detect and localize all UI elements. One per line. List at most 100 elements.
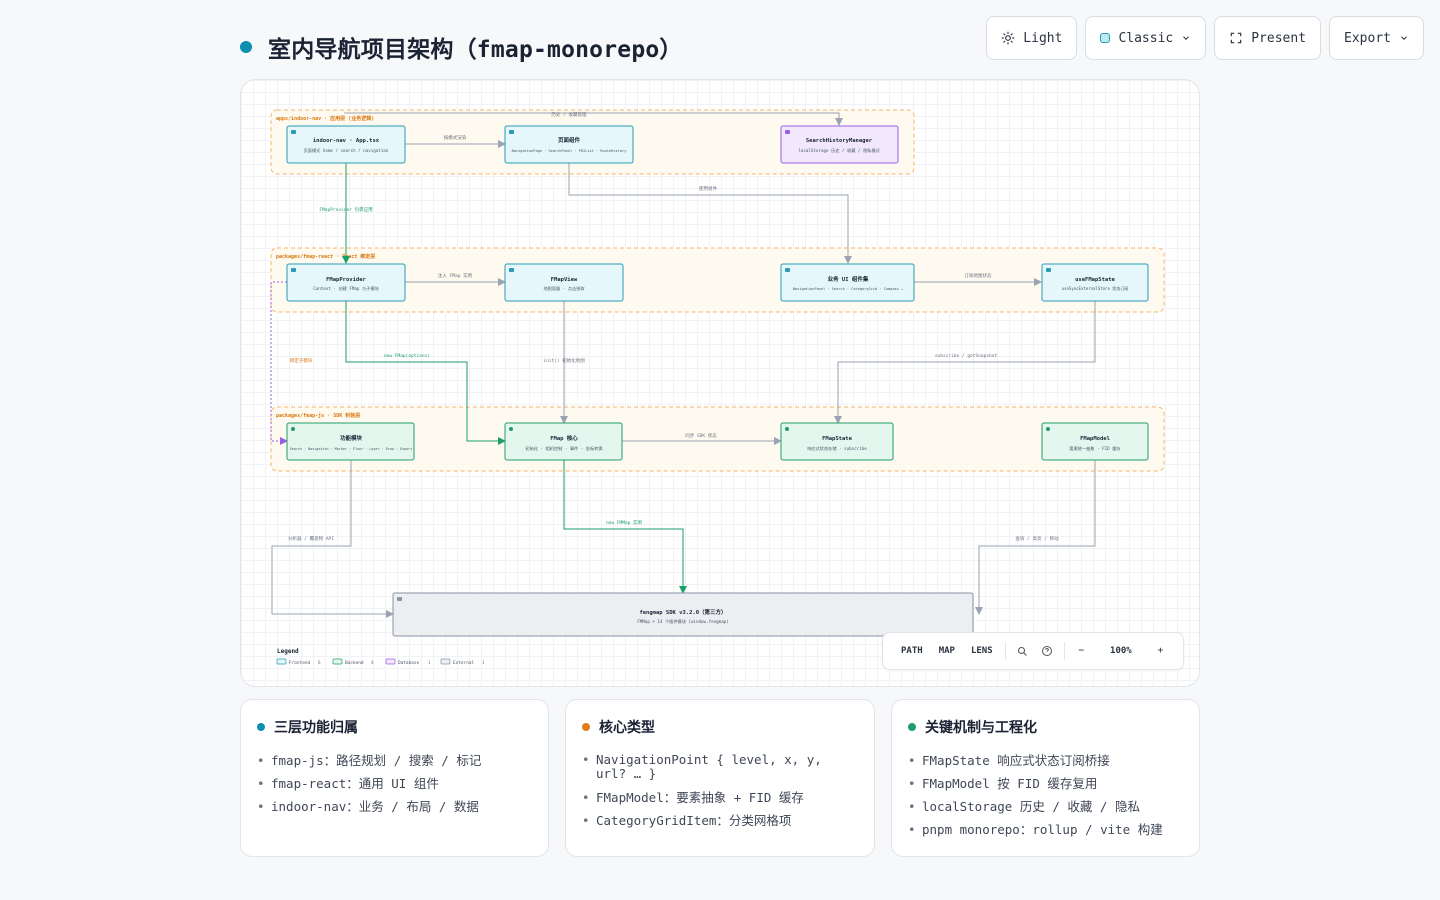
edges (270, 112, 1096, 618)
svg-text:FMapState: FMapState (822, 436, 852, 442)
divider (1004, 642, 1006, 660)
svg-text:页面模式 home / search / navigatio: 页面模式 home / search / navigation (304, 147, 389, 154)
group-apps-label: apps/indoor-nav · 应用层 (业务逻辑) (276, 115, 374, 122)
legend: Legend Frontend 6 Backend 4 Database 1 E… (276, 648, 485, 666)
info-card-mechanisms: 关键机制与工程化 FMapState 响应式状态订阅桥接 FMapModel 按… (891, 699, 1200, 857)
edge-subscribe (834, 301, 1096, 424)
list-item: pnpm monorepo：rollup / vite 构建 (908, 818, 1183, 841)
present-label: Present (1251, 30, 1307, 46)
page-title: 室内导航项目架构（fmap-monorepo） (268, 37, 683, 63)
list-item: FMapModel：要素抽象 + FID 缓存 (582, 786, 858, 809)
edge-label-provider: FMapProvider 包裹应用 (319, 206, 372, 213)
svg-text:NavigationPanel · Search · Cat: NavigationPanel · Search · CategoryGrid … (793, 287, 904, 291)
info-card-types: 核心类型 NavigationPoint { level, x, y, url?… (565, 699, 875, 857)
tab-lens[interactable]: LENS (963, 646, 1001, 656)
svg-text:FMapView: FMapView (551, 277, 578, 283)
card-title: 核心类型 (599, 720, 655, 736)
svg-text:功能模块: 功能模块 (340, 434, 363, 442)
list-item: fmap-js：路径规划 / 搜索 / 标记 (257, 749, 532, 772)
card-dot (257, 723, 265, 731)
zoom-out-button[interactable]: − (1069, 646, 1094, 656)
svg-text:FMap 核心: FMap 核心 (550, 434, 578, 442)
svg-text:localStorage 历史 / 收藏 / 隐私模式: localStorage 历史 / 收藏 / 隐私模式 (798, 147, 880, 154)
node-sdk[interactable]: fengmap SDK v3.2.0（第三方） FMMap + 14 个插件模块… (392, 592, 974, 637)
card-dot (908, 723, 916, 731)
svg-text:初始化 · 相机控制 · 事件 · 坐标转换: 初始化 · 相机控制 · 事件 · 坐标转换 (525, 445, 603, 452)
theme-label: Classic (1118, 30, 1174, 46)
card-title: 三层功能归属 (274, 720, 358, 736)
node-bizui[interactable]: 业务 UI 组件集 NavigationPanel · Search · Cat… (780, 263, 915, 302)
info-card-layers: 三层功能归属 fmap-js：路径规划 / 搜索 / 标记 fmap-react… (240, 699, 549, 857)
list-item: CategoryGridItem：分类网格项 (582, 809, 858, 832)
svg-text:业务 UI 组件集: 业务 UI 组件集 (828, 275, 869, 283)
edge-labels: 历史 / 收藏管理 按模式渲染 FMapProvider 包裹应用 使用组件 注… (288, 111, 1059, 542)
node-core[interactable]: FMap 核心 初始化 · 相机控制 · 事件 · 坐标转换 (504, 422, 623, 461)
node-mapview[interactable]: FMapView 地图容器 · 点击拾取 (504, 263, 624, 302)
edge-label-sync: 同步 SDK 状态 (685, 432, 717, 439)
card-dot (582, 723, 590, 731)
svg-text:External: External (453, 660, 475, 666)
theme-select-button[interactable]: Classic (1085, 16, 1207, 60)
svg-text:Frontend: Frontend (289, 660, 311, 666)
svg-text:Database: Database (398, 660, 420, 666)
tab-map[interactable]: MAP (931, 646, 963, 656)
architecture-diagram: apps/indoor-nav · 应用层 (业务逻辑) packages/fm… (270, 109, 1165, 666)
node-app[interactable]: indoor-nav · App.tsx 页面模式 home / search … (286, 125, 406, 164)
sun-icon (1001, 31, 1015, 45)
zoom-level: 100% (1110, 646, 1132, 656)
canvas-controls: PATH MAP LENS − 100% + (882, 632, 1184, 670)
search-icon[interactable] (1010, 645, 1035, 657)
export-button[interactable]: Export (1329, 16, 1424, 60)
svg-text:1: 1 (482, 660, 485, 665)
edge-label-use-comp: 使用组件 (699, 185, 717, 192)
svg-text:NavigationPage · SearchPanel ·: NavigationPage · SearchPanel · POIList ·… (512, 149, 628, 153)
edge-label-mode: 按模式渲染 (444, 134, 467, 141)
legend-title: Legend (277, 648, 299, 655)
zoom-in-button[interactable]: + (1148, 646, 1173, 656)
fullscreen-icon (1229, 31, 1243, 45)
svg-text:1: 1 (428, 660, 431, 665)
svg-text:FMMap + 14 个插件模块 (window.fengm: FMMap + 14 个插件模块 (window.fengmap) (637, 618, 729, 625)
svg-text:fengmap SDK v3.2.0（第三方）: fengmap SDK v3.2.0（第三方） (639, 608, 726, 616)
edge-label-init: init() 初始化地图 (543, 357, 585, 364)
diagram-canvas[interactable]: apps/indoor-nav · 应用层 (业务逻辑) packages/fm… (240, 79, 1200, 687)
legend-frontend: Frontend 6 (276, 658, 321, 666)
edge-label-api: 分析器 / 覆盖物 API (288, 535, 334, 542)
light-theme-button[interactable]: Light (986, 16, 1078, 60)
svg-text:Context · 创建 FMap 与子模块: Context · 创建 FMap 与子模块 (313, 285, 379, 292)
node-usestate[interactable]: useFMapState useSyncExternalStore 状态订阅 (1041, 263, 1149, 302)
title-dot (240, 41, 252, 53)
divider (1063, 642, 1065, 660)
group-js-label: packages/fmap-js · SDK 封装层 (276, 412, 360, 419)
node-state[interactable]: FMapState 响应式状态存储 · subscribe (780, 422, 894, 461)
legend-database: Database 1 (385, 658, 431, 666)
svg-text:Search · Navigation · Marker ·: Search · Navigation · Marker · Floor · L… (290, 447, 412, 451)
edge-label-bind: 绑定子模块 (290, 357, 313, 364)
svg-text:useSyncExternalStore 状态订阅: useSyncExternalStore 状态订阅 (1062, 285, 1129, 291)
node-model[interactable]: FMapModel 要素统一抽象 · FID 缓存 (1041, 422, 1149, 461)
list-item: FMapState 响应式状态订阅桥接 (908, 749, 1183, 772)
chevron-down-icon (1181, 33, 1191, 43)
svg-text:FMapProvider: FMapProvider (326, 277, 366, 283)
svg-text:indoor-nav · App.tsx: indoor-nav · App.tsx (313, 138, 380, 144)
present-button[interactable]: Present (1214, 16, 1322, 60)
tab-path[interactable]: PATH (893, 646, 931, 656)
node-provider[interactable]: FMapProvider Context · 创建 FMap 与子模块 (286, 263, 406, 302)
edge-label-inject: 注入 FMap 实例 (438, 272, 473, 279)
list-item: fmap-react：通用 UI 组件 (257, 772, 532, 795)
svg-text:地图容器 · 点击拾取: 地图容器 · 点击拾取 (543, 285, 585, 292)
svg-text:6: 6 (318, 660, 321, 665)
node-history[interactable]: SearchHistoryManager localStorage 历史 / 收… (780, 125, 899, 164)
list-item: FMapModel 按 FID 缓存复用 (908, 772, 1183, 795)
help-icon[interactable] (1035, 645, 1060, 657)
svg-text:4: 4 (371, 660, 374, 665)
legend-backend: Backend 4 (332, 658, 374, 666)
toolbar: Light Classic Present Export (986, 16, 1424, 60)
node-modules[interactable]: 功能模块 Search · Navigation · Marker · Floo… (286, 422, 415, 461)
edge-label-subscribe: subscribe / getSnapshot (935, 353, 998, 359)
export-label: Export (1344, 30, 1391, 46)
node-pages[interactable]: 页面组件 NavigationPage · SearchPanel · POIL… (504, 125, 634, 164)
page-header: 室内导航项目架构（fmap-monorepo） (240, 30, 683, 64)
edge-new-sdk (563, 460, 687, 594)
card-list: FMapState 响应式状态订阅桥接 FMapModel 按 FID 缓存复用… (908, 749, 1183, 841)
